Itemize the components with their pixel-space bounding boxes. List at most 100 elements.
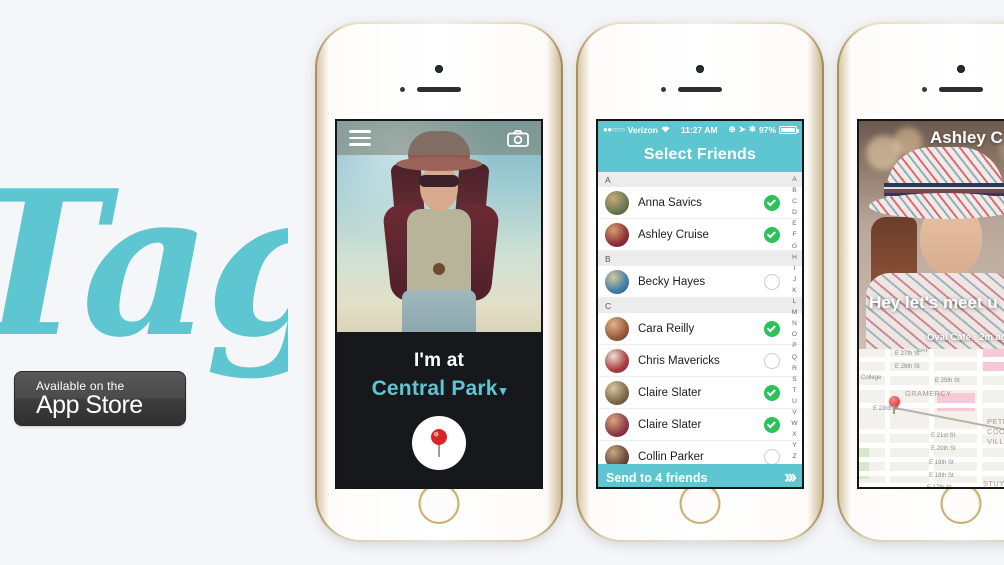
- message-caption: Hey let's meet u: [869, 293, 998, 312]
- phone-device-middle: ●●○○○ Verizon 11:27 AM ⊕ ➤ ✻ 97% Select …: [576, 22, 824, 542]
- friend-checkbox-selected[interactable]: [764, 320, 780, 337]
- alphabet-index-letter[interactable]: V: [792, 407, 796, 418]
- friend-row[interactable]: Ashley Cruise: [598, 219, 802, 251]
- location-map[interactable]: E 27th St E 26th St E 25th St E 23rd St …: [859, 349, 1004, 489]
- alphabet-index-letter[interactable]: J: [793, 274, 796, 285]
- section-header-a: A: [598, 172, 802, 187]
- friend-row[interactable]: Anna Savics: [598, 187, 802, 219]
- photo-figure-necklace: [433, 263, 445, 275]
- friend-row[interactable]: Becky Hayes: [598, 266, 802, 298]
- friend-row[interactable]: Claire Slater: [598, 377, 802, 409]
- map-street-label: E 27th St: [895, 351, 920, 357]
- alphabet-index-letter[interactable]: Q: [792, 352, 797, 363]
- friend-checkbox[interactable]: [764, 352, 780, 369]
- map-street-label: E 19th St: [929, 460, 954, 466]
- alphabet-index-letter[interactable]: L: [793, 296, 797, 307]
- friend-name: Claire Slater: [638, 418, 702, 431]
- map-road: [929, 349, 934, 487]
- alphabet-index-letter[interactable]: I: [794, 263, 796, 274]
- alphabet-index-letter[interactable]: H: [792, 252, 797, 263]
- map-road: [977, 349, 982, 487]
- friend-name-banner: Ashley Cruis: [930, 128, 1004, 147]
- alphabet-index-letter[interactable]: Y: [792, 440, 796, 451]
- front-camera-icon: [696, 65, 704, 73]
- alphabet-index-letter[interactable]: P: [792, 340, 796, 351]
- map-street-label: E 26th St: [895, 364, 920, 370]
- friend-checkbox[interactable]: [764, 448, 780, 464]
- home-button[interactable]: [940, 483, 982, 524]
- hamburger-menu-icon[interactable]: [349, 126, 371, 150]
- proximity-sensor-icon: [400, 87, 405, 92]
- alphabet-index-letter[interactable]: R: [792, 363, 797, 374]
- map-street-label: E 21st St: [931, 433, 956, 439]
- alphabet-index-letter[interactable]: X: [792, 429, 796, 440]
- friend-name: Becky Hayes: [638, 275, 706, 288]
- map-poi-label: BAY: [917, 349, 929, 354]
- map-neighborhood-label: GRAMERCY: [905, 389, 952, 398]
- alphabet-index-letter[interactable]: F: [792, 229, 796, 240]
- map-neighborhood-label: STUYVES: [983, 479, 1004, 488]
- home-button[interactable]: [418, 483, 460, 524]
- checkin-pin-button[interactable]: [412, 416, 466, 470]
- alphabet-index[interactable]: ABCDEFGHIJKLMNOPQRSTUVWXYZ: [789, 174, 800, 464]
- page-title: Select Friends: [643, 146, 757, 163]
- alphabet-index-letter[interactable]: G: [792, 241, 797, 252]
- alphabet-index-letter[interactable]: U: [792, 396, 797, 407]
- send-button[interactable]: Send to 4 friends ›››: [598, 464, 802, 487]
- alphabet-index-letter[interactable]: B: [792, 185, 796, 196]
- front-camera-icon: [435, 65, 443, 73]
- carrier-label: Verizon: [627, 124, 658, 135]
- send-button-label: Send to 4 friends: [606, 470, 708, 485]
- alphabet-index-letter[interactable]: Z: [792, 451, 796, 462]
- status-bar: ●●○○○ Verizon 11:27 AM ⊕ ➤ ✻ 97%: [598, 121, 802, 138]
- photo-figure-face: [420, 165, 458, 211]
- phone-middle-screen: ●●○○○ Verizon 11:27 AM ⊕ ➤ ✻ 97% Select …: [596, 119, 804, 489]
- friends-list[interactable]: A Anna Savics Ashley Cruise B Becky Hayes C Ca…: [598, 172, 802, 464]
- alphabet-index-letter[interactable]: S: [792, 374, 796, 385]
- phone-device-right: Ashley Cruis Hey let's meet u Oval Café …: [837, 22, 1004, 542]
- battery-icon: [779, 125, 799, 134]
- front-camera-icon: [957, 65, 965, 73]
- checkin-prefix-label: I'm at: [413, 350, 465, 371]
- friend-row[interactable]: Claire Slater: [598, 409, 802, 441]
- phone-right-screen: Ashley Cruis Hey let's meet u Oval Café …: [857, 119, 1004, 489]
- alphabet-index-letter[interactable]: D: [792, 207, 797, 218]
- friend-checkbox[interactable]: [764, 273, 780, 290]
- map-pin-icon: [431, 429, 447, 457]
- alphabet-index-letter[interactable]: E: [792, 218, 796, 229]
- location-arrow-icon: ➤: [738, 124, 746, 134]
- photo-figure-torso: [407, 209, 471, 297]
- map-poi-label: College: [861, 375, 882, 381]
- select-friends-navbar: Select Friends: [598, 138, 802, 172]
- friend-row[interactable]: Collin Parker: [598, 441, 802, 464]
- battery-percent-label: 97%: [758, 124, 776, 135]
- alphabet-index-letter[interactable]: C: [792, 196, 797, 207]
- map-street-label: E 17th St: [927, 485, 952, 489]
- alphabet-index-letter[interactable]: N: [792, 318, 797, 329]
- home-button[interactable]: [679, 483, 721, 524]
- friend-row[interactable]: Cara Reilly: [598, 313, 802, 345]
- friend-name: Anna Savics: [638, 196, 702, 209]
- map-neighborhood-label: VILLAG: [987, 437, 1004, 446]
- friend-row[interactable]: Chris Mavericks: [598, 345, 802, 377]
- alphabet-index-letter[interactable]: M: [792, 307, 798, 318]
- proximity-sensor-icon: [922, 87, 927, 92]
- alphabet-index-letter[interactable]: W: [791, 418, 797, 429]
- alphabet-index-letter[interactable]: O: [792, 329, 797, 340]
- map-road: [885, 349, 890, 487]
- alphabet-index-letter[interactable]: T: [792, 385, 796, 396]
- bluetooth-icon: ✻: [748, 124, 756, 134]
- earpiece-speaker: [417, 87, 461, 92]
- friend-checkbox-selected[interactable]: [764, 416, 780, 433]
- friend-checkbox-selected[interactable]: [764, 194, 780, 211]
- alphabet-index-letter[interactable]: K: [792, 285, 796, 296]
- phone-left-topbar: [337, 121, 541, 155]
- alphabet-index-letter[interactable]: A: [792, 174, 796, 185]
- app-store-badge[interactable]: Available on the App Store: [14, 371, 186, 426]
- friend-checkbox-selected[interactable]: [764, 226, 780, 243]
- friend-name: Claire Slater: [638, 386, 702, 399]
- friend-checkbox-selected[interactable]: [764, 384, 780, 401]
- checkin-place-selector[interactable]: Central Park ▾: [372, 377, 507, 401]
- camera-icon[interactable]: [507, 129, 529, 147]
- avatar: [605, 269, 629, 294]
